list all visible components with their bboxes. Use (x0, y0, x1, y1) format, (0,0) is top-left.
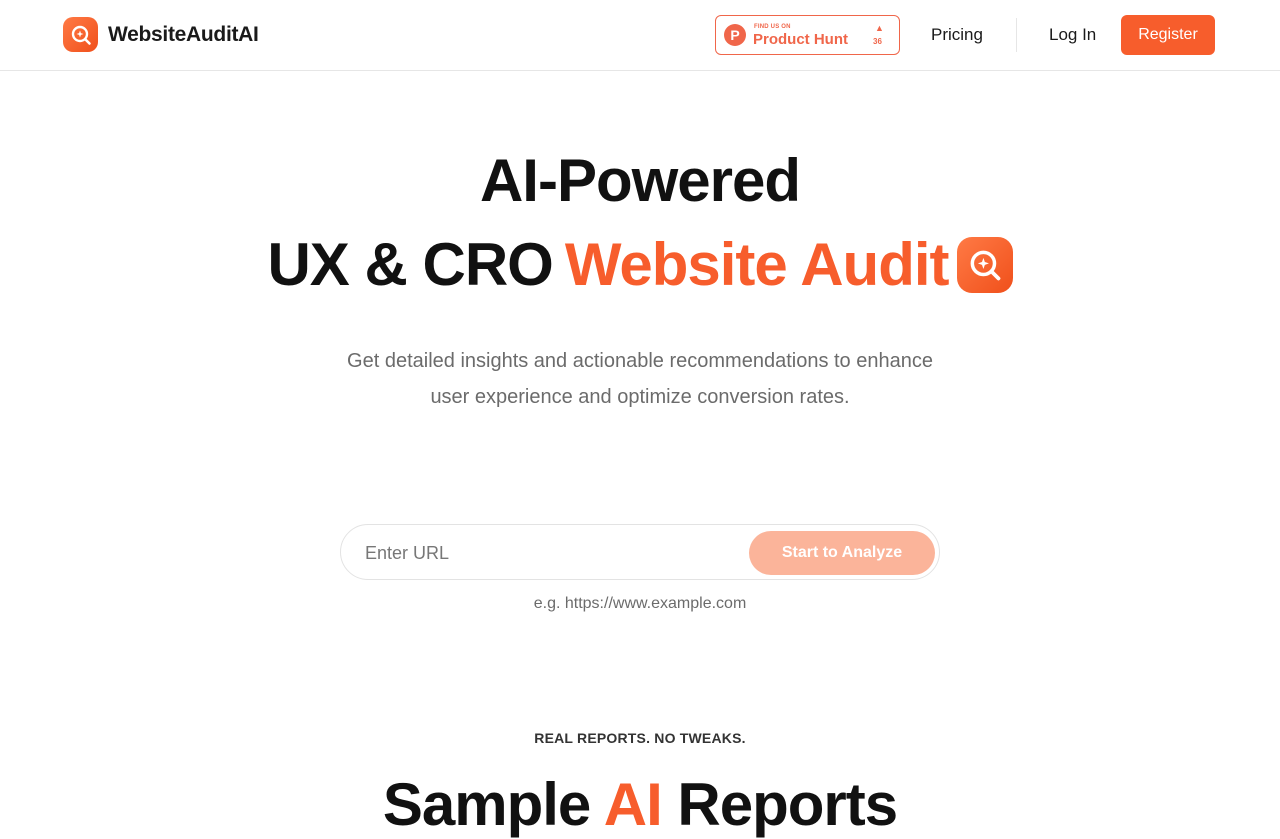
samples-section-title: Sample AI Reports (0, 770, 1280, 839)
samples-kicker: REAL REPORTS. NO TWEAKS. (534, 730, 746, 746)
nav-login-link[interactable]: Log In (1049, 25, 1096, 45)
samples-title-part1: Sample (382, 771, 604, 838)
product-hunt-label: Product Hunt (753, 31, 848, 48)
product-hunt-small-label: FIND US ON (754, 24, 791, 30)
hero-title-line2: UX & CRO Website Audit (0, 230, 1280, 299)
top-navbar: WebsiteAuditAI P FIND US ON Product Hunt… (0, 0, 1280, 71)
upvote-arrow-icon: ▲ (875, 23, 884, 33)
nav-pricing-link[interactable]: Pricing (931, 25, 983, 45)
product-hunt-icon: P (724, 24, 746, 46)
hero-subtitle-line2: user experience and optimize conversion … (430, 386, 850, 408)
register-button[interactable]: Register (1121, 15, 1215, 55)
upvote-count: 36 (873, 37, 882, 46)
hero-subtitle-line1: Get detailed insights and actionable rec… (347, 350, 933, 372)
hero-subtitle: Get detailed insights and actionable rec… (0, 343, 1280, 415)
magnifier-sparkle-icon (956, 236, 1013, 293)
product-hunt-badge[interactable]: P FIND US ON Product Hunt ▲ 36 (715, 15, 900, 55)
hero-title-line1: AI-Powered (479, 147, 801, 214)
hero-title-dark-part: UX & CRO (267, 231, 553, 298)
url-example-hint: e.g. https://www.example.com (533, 595, 747, 612)
samples-title-part2: Reports (661, 771, 898, 838)
magnifier-logo-icon (63, 17, 98, 52)
nav-divider (1016, 18, 1017, 52)
url-input[interactable] (365, 539, 735, 567)
hero-title-orange-part: Website Audit (564, 231, 950, 298)
brand-logo[interactable]: WebsiteAuditAI (63, 17, 259, 52)
samples-title-orange: AI (603, 771, 663, 838)
url-form: Start to Analyze (340, 524, 940, 580)
brand-name: WebsiteAuditAI (108, 22, 259, 46)
start-analyze-button[interactable]: Start to Analyze (749, 531, 935, 575)
